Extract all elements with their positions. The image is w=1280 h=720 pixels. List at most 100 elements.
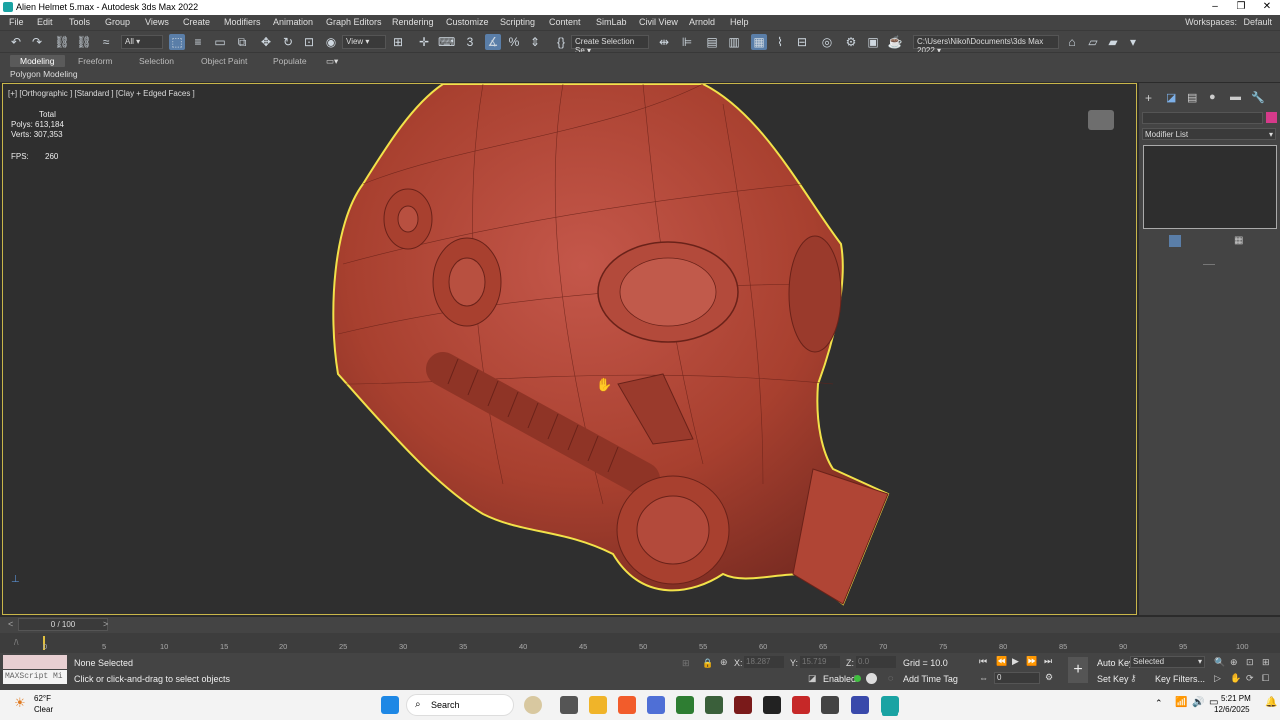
transform-mode-icon[interactable]: ⊕ <box>720 657 728 668</box>
weather-temp[interactable]: 62°F <box>34 694 51 703</box>
object-name-field[interactable] <box>1142 112 1263 124</box>
display-tab-icon[interactable]: ▬ <box>1230 91 1241 103</box>
align-icon[interactable]: ⊫ <box>679 34 695 50</box>
isolate-toggle-icon[interactable]: ⊞ <box>682 658 690 669</box>
selection-lock-icon[interactable]: 🔒 <box>702 658 713 669</box>
key-mode-icon[interactable]: ⇔ <box>979 673 988 683</box>
render-setup-icon[interactable]: ⚙ <box>843 34 859 50</box>
angle-snap-icon[interactable]: ∡ <box>485 34 501 50</box>
tab-selection[interactable]: Selection <box>139 56 174 66</box>
placement-icon[interactable]: ◉ <box>323 34 339 50</box>
menu-animation[interactable]: Animation <box>273 17 313 27</box>
zoom-all-icon[interactable]: ⊕ <box>1230 657 1238 668</box>
menu-views[interactable]: Views <box>145 17 169 27</box>
x-coordinate-field[interactable]: 18.287 <box>744 656 784 668</box>
time-tag-icon[interactable]: ◌ <box>888 673 893 683</box>
modify-tab-icon[interactable]: ◪ <box>1166 91 1176 104</box>
menu-modifiers[interactable]: Modifiers <box>224 17 261 27</box>
rendered-frame-icon[interactable]: ▣ <box>865 34 881 50</box>
pivot-center-icon[interactable]: ⊞ <box>390 34 406 50</box>
set-key-button[interactable]: Set Key <box>1097 674 1129 684</box>
schematic-view-icon[interactable]: ⊟ <box>794 34 810 50</box>
menu-help[interactable]: Help <box>730 17 749 27</box>
menu-tools[interactable]: Tools <box>69 17 90 27</box>
material-editor-icon[interactable]: ◎ <box>819 34 835 50</box>
modifier-list-dropdown[interactable]: Modifier List ▾ <box>1142 128 1276 140</box>
show-hidden-icons[interactable]: ⌃ <box>1155 698 1163 709</box>
maxscript-listener-pink[interactable] <box>3 655 67 669</box>
ribbon-toggle-icon[interactable]: ▥ <box>726 34 742 50</box>
auto-key-button[interactable]: Auto Key <box>1097 658 1134 668</box>
menu-graph-editors[interactable]: Graph Editors <box>326 17 382 27</box>
hierarchy-tab-icon[interactable]: ▤ <box>1187 91 1197 104</box>
app-scissors-icon[interactable] <box>792 696 810 714</box>
unlink-icon[interactable]: ⛓ <box>76 34 92 50</box>
menu-create[interactable]: Create <box>183 17 210 27</box>
project-menu-icon[interactable]: ▾ <box>1125 34 1141 50</box>
polygon-modeling-panel[interactable]: Polygon Modeling <box>10 69 78 79</box>
menu-content[interactable]: Content <box>549 17 581 27</box>
notification-bell-icon[interactable]: 🔔 <box>1265 697 1277 708</box>
edit-named-sets-icon[interactable]: {} <box>553 34 569 50</box>
set-key-big-button[interactable]: + <box>1068 657 1088 683</box>
track-bar[interactable]: /\ 0 5 10 15 20 25 30 35 40 45 50 55 60 … <box>0 633 1280 653</box>
next-key-icon[interactable]: ⏩ <box>1026 656 1037 667</box>
key-filter-icon[interactable]: ⚷ <box>1130 673 1137 684</box>
viewport-orthographic[interactable]: [+] [Orthographic ] [Standard ] [Clay + … <box>2 83 1137 615</box>
menu-edit[interactable]: Edit <box>37 17 53 27</box>
redo-icon[interactable]: ↷ <box>29 34 45 50</box>
mirror-icon[interactable]: ⇹ <box>656 34 672 50</box>
selection-filter-dropdown[interactable]: All ▾ <box>121 35 163 49</box>
start-button[interactable] <box>381 696 399 714</box>
app-robot-icon[interactable] <box>821 696 839 714</box>
isolate-status-icon[interactable] <box>866 673 877 684</box>
layer-explorer-icon[interactable]: ▤ <box>704 34 720 50</box>
zoom-extents-all-icon[interactable]: ⊞ <box>1262 657 1270 668</box>
play-icon[interactable]: ▶ <box>1012 656 1019 667</box>
window-crossing-icon[interactable]: ⧉ <box>234 34 250 50</box>
task-view-icon[interactable] <box>560 696 578 714</box>
curve-editor-icon[interactable]: ⌇ <box>772 34 788 50</box>
time-slider-knob[interactable]: 0 / 100 <box>18 618 108 631</box>
render-icon[interactable]: ☕ <box>887 34 903 50</box>
app-diamond-icon[interactable] <box>647 696 665 714</box>
tab-object-paint[interactable]: Object Paint <box>201 56 247 66</box>
set-project-icon[interactable]: ▱ <box>1085 34 1101 50</box>
rotate-icon[interactable]: ↻ <box>280 34 296 50</box>
select-by-name-icon[interactable]: ≡ <box>190 34 206 50</box>
project-path-dropdown[interactable]: C:\Users\Nikol\Documents\3ds Max 2022 ▾ <box>913 35 1059 55</box>
move-icon[interactable]: ✥ <box>258 34 274 50</box>
maxscript-mini-listener[interactable]: MAXScript Mi <box>3 670 67 684</box>
link-icon[interactable]: ⛓ <box>54 34 70 50</box>
pan-icon[interactable]: ✋ <box>1230 673 1241 684</box>
time-config-icon[interactable]: ⚙ <box>1045 672 1053 683</box>
app-green-icon[interactable] <box>705 696 723 714</box>
percent-snap-icon[interactable]: % <box>506 34 522 50</box>
weather-icon[interactable]: ☀ <box>14 695 26 711</box>
keyboard-shortcut-icon[interactable]: ⌨ <box>438 34 455 50</box>
go-to-end-icon[interactable]: ⏭ <box>1044 656 1052 667</box>
key-filters-button[interactable]: Key Filters... <box>1155 674 1205 684</box>
brave-browser-icon[interactable] <box>618 696 636 714</box>
scale-icon[interactable]: ⊡ <box>301 34 317 50</box>
project-settings-icon[interactable]: ▰ <box>1105 34 1121 50</box>
menu-customize[interactable]: Customize <box>446 17 489 27</box>
menu-rendering[interactable]: Rendering <box>392 17 434 27</box>
steam-icon[interactable] <box>763 696 781 714</box>
modifier-stack[interactable] <box>1143 145 1277 229</box>
select-manipulate-icon[interactable]: ✛ <box>416 34 432 50</box>
maximize-viewport-icon[interactable]: ⧠ <box>1262 673 1269 684</box>
selection-set-dropdown[interactable]: Create Selection Se ▾ <box>571 35 649 55</box>
rect-selection-icon[interactable]: ▭ <box>212 34 228 50</box>
orbit-icon[interactable]: ⟳ <box>1246 673 1254 684</box>
reference-coord-dropdown[interactable]: View ▾ <box>342 35 386 49</box>
menu-group[interactable]: Group <box>105 17 130 27</box>
prev-frame-icon[interactable]: < <box>8 619 13 629</box>
3dsmax-taskbar-icon[interactable] <box>881 696 899 714</box>
prev-key-icon[interactable]: ⏪ <box>996 656 1007 667</box>
time-slider[interactable]: < 0 / 100 > <box>0 617 1280 633</box>
z-coordinate-field[interactable]: 0.0 <box>856 656 896 668</box>
create-tab-icon[interactable]: + <box>1145 91 1152 105</box>
next-frame-icon[interactable]: > <box>103 619 108 629</box>
scene-explorer-icon[interactable]: ▦ <box>751 34 767 50</box>
